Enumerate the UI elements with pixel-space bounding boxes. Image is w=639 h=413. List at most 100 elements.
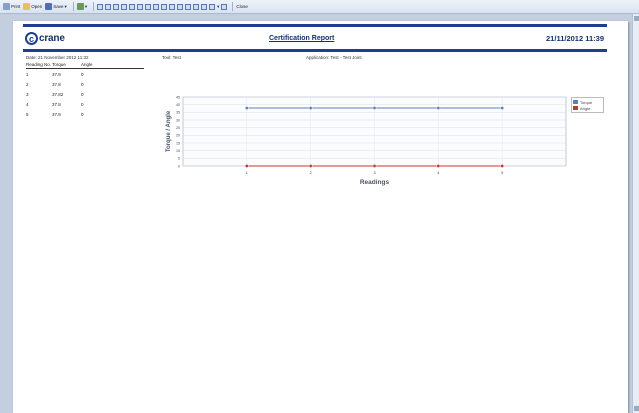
- angle-value: 0: [81, 71, 84, 77]
- scale-icon[interactable]: [161, 3, 168, 10]
- chart-canvas: 0510152025303540451 2 3 4 5ReadingsTorque / …: [166, 95, 567, 186]
- angle-value: 0: [81, 111, 84, 117]
- table-row: 2 37.8 0: [26, 79, 144, 89]
- previous-page-icon[interactable]: [105, 3, 112, 10]
- y-tick-label: 45: [176, 95, 180, 99]
- chevron-down-icon[interactable]: ▾: [85, 4, 87, 10]
- reading-number: 2: [26, 81, 29, 87]
- angle-value: 0: [81, 91, 84, 97]
- print-button[interactable]: Print: [3, 3, 20, 10]
- table-row: 1 37.8 0: [26, 69, 144, 79]
- scroll-up-icon[interactable]: [634, 16, 639, 21]
- torque-value: 37.8: [52, 101, 61, 107]
- disk-icon: [45, 3, 53, 10]
- table-header: Reading No. Torque Angle: [26, 62, 144, 69]
- y-tick-label: 20: [176, 134, 180, 138]
- y-tick-label: 15: [176, 141, 180, 145]
- logo-mark-icon: c: [25, 32, 38, 45]
- legend-label: Angle: [580, 105, 591, 111]
- report-header: c crane Certification Report 21/11/2012 …: [23, 24, 607, 52]
- reading-number: 5: [26, 111, 29, 117]
- data-point-torque: [308, 106, 313, 110]
- last-page-icon[interactable]: [121, 3, 128, 10]
- y-axis-label: Torque / Angle: [166, 110, 172, 152]
- magnifier-icon[interactable]: [177, 3, 184, 10]
- data-point-angle: [436, 164, 441, 168]
- report-title: Certification Report: [269, 35, 335, 42]
- printer-icon: [3, 3, 10, 10]
- watermark-icon[interactable]: [221, 3, 228, 10]
- chevron-down-icon[interactable]: ▾: [217, 4, 219, 10]
- chevron-down-icon[interactable]: ▾: [65, 4, 67, 10]
- reading-number: 1: [26, 71, 29, 77]
- first-page-icon[interactable]: [97, 3, 104, 10]
- legend-label: Torque: [580, 99, 593, 105]
- toolbar-separator: [232, 2, 234, 11]
- y-tick-label: 30: [176, 118, 180, 122]
- next-page-icon[interactable]: [113, 3, 120, 10]
- readings-table: Reading No. Torque Angle 1 37.8 0 2 37.8…: [26, 62, 144, 119]
- table-row: 3 37.82 0: [26, 89, 144, 99]
- legend-swatch: [573, 100, 578, 104]
- x-tick-label: 1: [246, 171, 248, 175]
- multiple-pages-icon[interactable]: [193, 3, 200, 10]
- chart-legend: Torque Angle: [571, 97, 604, 113]
- report-date-field: Date: 21 November 2012 11:32: [26, 55, 89, 60]
- torque-value: 37.8: [52, 111, 61, 117]
- x-tick-label: 2: [310, 171, 312, 175]
- crane-logo: c crane: [25, 32, 65, 45]
- single-page-icon[interactable]: [185, 3, 192, 10]
- x-tick-label: 4: [437, 171, 439, 175]
- folder-icon: [23, 3, 31, 10]
- page-view-icon[interactable]: [137, 3, 144, 10]
- x-tick-label: 5: [501, 171, 503, 175]
- data-point-torque: [372, 106, 377, 110]
- export-icon: [76, 3, 84, 10]
- legend-item: Angle: [573, 105, 602, 111]
- vertical-scrollbar[interactable]: [632, 14, 639, 413]
- data-point-angle: [500, 164, 504, 168]
- table-row: 4 37.8 0: [26, 99, 144, 109]
- angle-value: 0: [81, 101, 84, 107]
- y-tick-label: 25: [176, 126, 180, 130]
- data-point-torque: [436, 106, 441, 110]
- data-point-torque: [245, 106, 249, 110]
- close-button[interactable]: Close: [236, 4, 248, 9]
- save-button[interactable]: Save ▾: [45, 3, 67, 10]
- export-button[interactable]: ▾: [76, 3, 87, 10]
- torque-angle-chart: 0 5 10 15 20 25 30 35 40 45 1 2 3 4 5 Readings Torque / …: [160, 90, 620, 200]
- column-header: Reading No.: [26, 62, 52, 67]
- report-toolbar: Print Open Save ▾ ▾ ▾ Close: [0, 0, 639, 14]
- x-axis-label: Readings: [360, 179, 390, 186]
- reading-number: 4: [26, 101, 29, 107]
- x-tick-label: 3: [373, 171, 375, 175]
- data-point-angle: [308, 164, 313, 168]
- angle-value: 0: [81, 81, 84, 87]
- column-header: Torque: [52, 62, 66, 67]
- y-tick-label: 40: [176, 103, 180, 107]
- open-button[interactable]: Open: [23, 3, 42, 10]
- page-setup-icon[interactable]: [145, 3, 152, 10]
- background-color-icon[interactable]: [209, 3, 216, 10]
- find-icon[interactable]: [129, 3, 136, 10]
- torque-value: 37.8: [52, 81, 61, 87]
- zoom-icon[interactable]: [201, 3, 208, 10]
- toolbar-separator: [72, 2, 74, 11]
- tool-field: Tool: Test: [162, 55, 181, 60]
- reading-number: 3: [26, 91, 29, 97]
- data-point-angle: [245, 164, 249, 168]
- table-row: 5 37.8 0: [26, 109, 144, 119]
- torque-value: 37.82: [52, 91, 64, 97]
- application-field: Application: Test - Test Joint: [306, 55, 362, 60]
- hand-tool-icon[interactable]: [169, 3, 176, 10]
- data-point-torque: [500, 106, 504, 110]
- y-tick-label: 5: [178, 157, 180, 161]
- scroll-down-icon[interactable]: [634, 406, 639, 411]
- y-tick-label: 0: [178, 164, 180, 168]
- data-point-angle: [372, 164, 377, 168]
- header-footer-icon[interactable]: [153, 3, 160, 10]
- toolbar-separator: [93, 2, 95, 11]
- logo-text: crane: [39, 33, 65, 44]
- column-header: Angle: [81, 62, 93, 67]
- report-datetime: 21/11/2012 11:39: [546, 34, 604, 43]
